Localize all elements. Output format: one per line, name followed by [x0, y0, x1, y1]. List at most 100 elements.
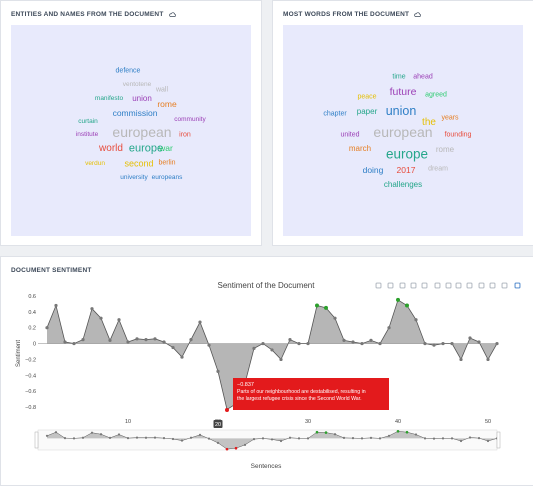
data-point[interactable] [387, 326, 391, 330]
range-slider-point [486, 439, 490, 443]
data-point[interactable] [351, 340, 355, 344]
data-point[interactable] [216, 369, 220, 373]
data-point[interactable] [306, 341, 310, 346]
data-point[interactable] [162, 340, 166, 344]
data-point[interactable] [63, 340, 67, 344]
x-tick-label: 10 [125, 419, 131, 425]
range-slider-point [333, 433, 337, 436]
range-slider-point [153, 436, 157, 439]
data-point[interactable] [81, 338, 85, 342]
y-tick-label: −0.8 [25, 405, 36, 411]
x-tick-label: 50 [485, 419, 491, 425]
range-slider-point [414, 433, 418, 436]
range-slider-left-handle[interactable] [34, 431, 39, 449]
range-slider-point [441, 437, 445, 440]
data-point[interactable] [54, 303, 58, 308]
data-point[interactable] [360, 341, 364, 346]
data-point[interactable] [288, 338, 292, 342]
range-slider-point [189, 436, 193, 439]
data-point[interactable] [126, 340, 130, 344]
chart-title: Sentiment of the Document [218, 281, 316, 290]
range-slider-highlight [225, 447, 229, 451]
range-slider-point [45, 434, 49, 437]
highlight-point[interactable] [225, 408, 229, 413]
data-point[interactable] [459, 357, 463, 362]
range-slider-point [387, 434, 391, 437]
data-point[interactable] [189, 338, 193, 342]
range-slider-point [117, 433, 121, 436]
range-slider-point [468, 436, 472, 439]
data-point[interactable] [117, 318, 121, 322]
data-point[interactable] [450, 341, 454, 346]
data-point[interactable] [135, 337, 139, 341]
data-point[interactable] [198, 320, 202, 324]
data-point[interactable] [261, 341, 265, 346]
data-point[interactable] [144, 338, 148, 342]
range-slider-right-handle[interactable] [496, 431, 501, 449]
highlight-point[interactable] [396, 297, 400, 302]
data-point[interactable] [99, 316, 103, 320]
range-slider-point [144, 436, 148, 439]
x-tick-label: 30 [305, 419, 311, 425]
data-point[interactable] [342, 338, 346, 343]
data-point[interactable] [180, 355, 184, 359]
range-slider-point [72, 437, 76, 440]
data-point[interactable] [378, 341, 382, 346]
range-slider-point [378, 437, 382, 440]
range-slider-highlight [315, 430, 319, 434]
range-slider[interactable] [37, 429, 498, 451]
y-tick-label: −0.4 [25, 373, 36, 379]
data-point[interactable] [423, 341, 427, 346]
y-tick-label: 0.6 [28, 294, 36, 300]
range-slider-point [171, 437, 175, 441]
hover-text-line: Parts of our neighbourhood are destabili… [237, 389, 366, 395]
data-point[interactable] [279, 357, 283, 362]
data-point[interactable] [468, 336, 472, 340]
y-axis-label: Sentiment [16, 340, 22, 367]
range-slider-point [54, 431, 58, 434]
highlight-point[interactable] [405, 303, 409, 308]
data-point[interactable] [270, 348, 274, 352]
range-slider-point [279, 439, 283, 443]
range-slider-point [360, 437, 364, 440]
data-point[interactable] [333, 316, 337, 320]
x-axis-label: Sentences [251, 463, 282, 470]
range-slider-point [198, 433, 202, 437]
highlight-point[interactable] [324, 305, 328, 310]
range-slider-point [216, 441, 220, 445]
data-point[interactable] [108, 338, 112, 343]
data-point[interactable] [486, 357, 490, 362]
data-point[interactable] [495, 341, 499, 346]
data-point[interactable] [297, 341, 301, 346]
range-slider-point [270, 438, 274, 441]
data-point[interactable] [207, 343, 211, 347]
data-point[interactable] [477, 340, 481, 344]
y-tick-label: 0 [33, 342, 36, 348]
range-slider-point [450, 437, 454, 440]
range-slider-point [90, 431, 94, 434]
highlight-point[interactable] [315, 303, 319, 308]
y-tick-label: 0.4 [28, 310, 36, 316]
range-slider-point [297, 437, 301, 440]
range-slider-point [207, 437, 211, 440]
data-point[interactable] [369, 338, 373, 343]
data-point[interactable] [171, 345, 175, 350]
data-point[interactable] [90, 307, 94, 311]
data-point[interactable] [252, 346, 256, 350]
range-slider-point [108, 436, 112, 439]
range-slider-point [126, 437, 130, 440]
data-point[interactable] [414, 318, 418, 322]
data-point[interactable] [72, 341, 76, 346]
range-slider-point [477, 437, 481, 440]
data-point[interactable] [153, 337, 157, 341]
data-point[interactable] [45, 326, 49, 330]
range-slider-highlight [324, 431, 328, 434]
range-slider-point [162, 437, 166, 440]
range-slider-point [63, 437, 67, 440]
data-point[interactable] [432, 343, 436, 347]
range-slider-point [369, 436, 373, 439]
range-slider-point [459, 439, 463, 443]
x-tick-label: 40 [395, 419, 401, 425]
data-point[interactable] [441, 341, 445, 346]
range-slider-point [342, 436, 346, 439]
